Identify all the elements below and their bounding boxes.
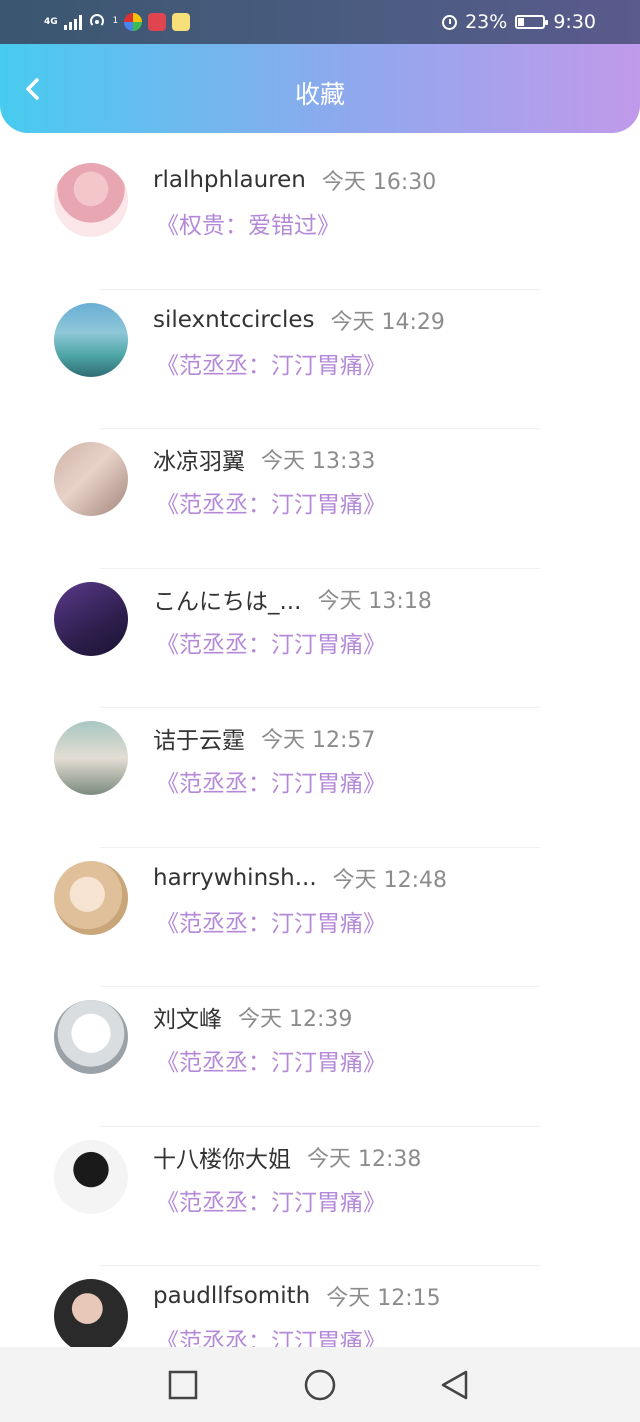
collected-title[interactable]: 《范丞丞：汀汀胃痛》: [156, 625, 386, 659]
timestamp: 今天 12:57: [261, 728, 376, 753]
navigation-bar: [0, 1347, 640, 1422]
home-button[interactable]: [303, 1369, 336, 1401]
avatar[interactable]: [54, 442, 128, 516]
chat-app-icon: [172, 13, 191, 31]
item-header: 冰凉羽翼 今天 13:33: [153, 443, 375, 475]
avatar[interactable]: [54, 1279, 128, 1353]
battery-percent: 23%: [465, 11, 508, 33]
collected-title[interactable]: 《范丞丞：汀汀胃痛》: [156, 1183, 386, 1217]
status-bar: 4G 1 23% 9:30: [0, 0, 640, 44]
app-notification-icon: [124, 13, 143, 31]
user-name: paudllfsomith: [153, 1283, 311, 1309]
collected-title[interactable]: 《范丞丞：汀汀胃痛》: [156, 346, 386, 380]
timestamp: 今天 12:38: [307, 1146, 422, 1172]
item-header: 刘文峰 今天 12:39: [153, 1001, 352, 1033]
signal-icon: [63, 14, 82, 30]
favorites-list: rlalhphlauren 今天 16:30 《权贵：爱错过》 silexntc…: [0, 150, 640, 1406]
timestamp: 今天 12:15: [326, 1286, 441, 1311]
item-header: paudllfsomith 今天 12:15: [153, 1280, 441, 1312]
avatar[interactable]: [54, 860, 128, 935]
user-name: harrywhinsh...: [153, 864, 317, 891]
list-item[interactable]: silexntccircles 今天 14:29 《范丞丞：汀汀胃痛》: [0, 290, 640, 429]
network-type: 4G: [44, 17, 58, 27]
book-app-icon: [148, 13, 167, 31]
page-title: 收藏: [294, 80, 345, 109]
status-right: 23% 9:30: [442, 8, 596, 36]
alarm-icon: [442, 14, 458, 30]
item-header: 诘于云霆 今天 12:57: [153, 722, 375, 754]
timestamp: 今天 13:33: [261, 449, 376, 474]
user-name: 十八楼你大姐: [153, 1146, 291, 1173]
collected-title[interactable]: 《范丞丞：汀汀胃痛》: [156, 764, 386, 798]
avatar[interactable]: [54, 721, 128, 795]
item-header: 十八楼你大姐 今天 12:38: [153, 1141, 421, 1173]
screen: 4G 1 23% 9:30 收藏 rlalhphlauren 今天 16:30 …: [0, 0, 640, 1422]
avatar[interactable]: [54, 163, 128, 237]
list-item[interactable]: 诘于云霆 今天 12:57 《范丞丞：汀汀胃痛》: [0, 708, 640, 848]
hotspot-count: 1: [112, 16, 119, 26]
clock: 9:30: [553, 11, 596, 33]
collected-title[interactable]: 《权贵：爱错过》: [156, 206, 340, 240]
avatar[interactable]: [54, 1139, 128, 1214]
list-item[interactable]: harrywhinsh... 今天 12:48 《范丞丞：汀汀胃痛》: [0, 848, 640, 987]
hotspot-icon: 1: [88, 11, 119, 33]
timestamp: 今天 12:39: [238, 1007, 353, 1032]
collected-title[interactable]: 《范丞丞：汀汀胃痛》: [156, 904, 386, 938]
header: 收藏: [0, 44, 640, 133]
recent-apps-button[interactable]: [167, 1369, 199, 1401]
list-item[interactable]: 十八楼你大姐 今天 12:38 《范丞丞：汀汀胃痛》: [0, 1127, 640, 1266]
collected-title[interactable]: 《范丞丞：汀汀胃痛》: [156, 1043, 386, 1077]
item-header: こんにちは_... 今天 13:18: [153, 583, 432, 615]
list-item[interactable]: 冰凉羽翼 今天 13:33 《范丞丞：汀汀胃痛》: [0, 429, 640, 569]
user-name: 刘文峰: [153, 1007, 222, 1033]
battery-icon: [515, 15, 549, 29]
user-name: 诘于云霆: [153, 728, 245, 754]
circle-icon: [304, 1369, 336, 1401]
square-icon: [168, 1370, 198, 1400]
timestamp: 今天 12:48: [332, 867, 448, 893]
user-name: 冰凉羽翼: [153, 449, 245, 475]
network-label: 4G: [44, 17, 58, 27]
list-item[interactable]: こんにちは_... 今天 13:18 《范丞丞：汀汀胃痛》: [0, 569, 640, 708]
item-header: harrywhinsh... 今天 12:48: [153, 862, 447, 894]
avatar[interactable]: [54, 1000, 128, 1074]
timestamp: 今天 13:18: [317, 588, 432, 614]
avatar[interactable]: [54, 302, 128, 377]
list-item[interactable]: rlalhphlauren 今天 16:30 《权贵：爱错过》: [0, 150, 640, 290]
back-nav-button[interactable]: [439, 1369, 471, 1401]
list-item[interactable]: 刘文峰 今天 12:39 《范丞丞：汀汀胃痛》: [0, 987, 640, 1127]
user-name: silexntccircles: [153, 306, 315, 333]
timestamp: 今天 14:29: [330, 309, 445, 335]
triangle-back-icon: [441, 1370, 468, 1400]
user-name: rlalhphlauren: [153, 167, 306, 193]
item-header: rlalhphlauren 今天 16:30: [153, 164, 436, 196]
avatar[interactable]: [54, 581, 128, 656]
timestamp: 今天 16:30: [321, 170, 437, 195]
user-name: こんにちは_...: [153, 588, 302, 615]
collected-title[interactable]: 《范丞丞：汀汀胃痛》: [156, 485, 386, 519]
status-left: 4G 1: [44, 8, 191, 36]
item-header: silexntccircles 今天 14:29: [153, 304, 445, 336]
